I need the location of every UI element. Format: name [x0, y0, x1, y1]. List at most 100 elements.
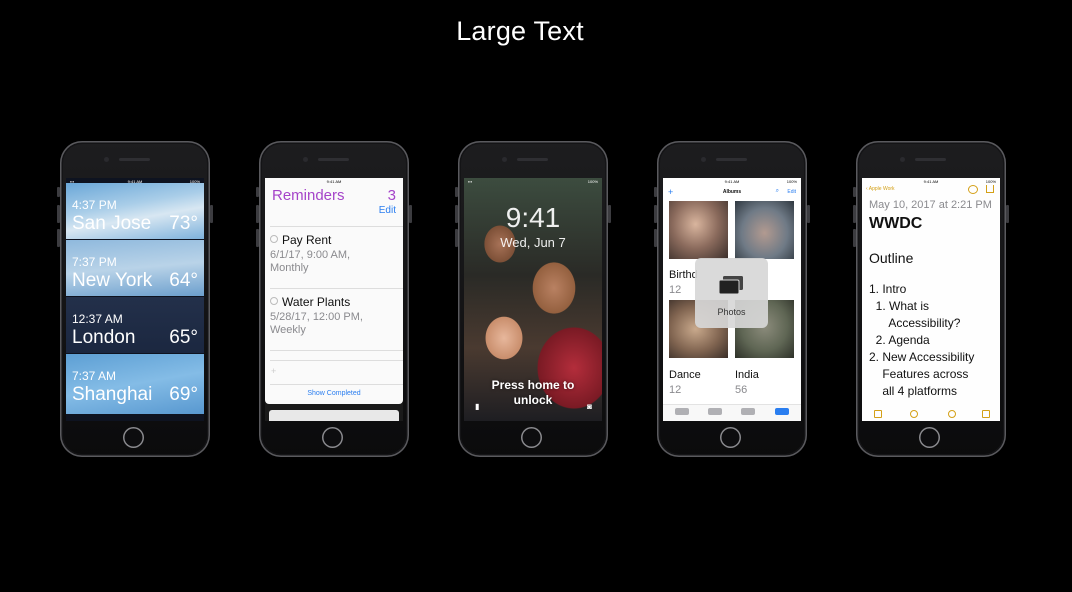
weather-row-london[interactable]: 12:37 AM London 65° [66, 297, 204, 353]
album-count: 56 [735, 384, 748, 396]
share-icon[interactable] [986, 185, 994, 193]
note-line: Accessibility? [869, 316, 961, 330]
reminder-detail: 6/1/17, 9:00 AM, Monthly [270, 249, 398, 275]
battery-label: 100% [786, 179, 797, 184]
reminders-title: Reminders [272, 187, 345, 204]
status-bar: 9:41 AM 100% [663, 178, 801, 185]
note-line: 1. Intro [869, 282, 907, 296]
front-camera [502, 157, 507, 162]
volume-up-button [57, 205, 60, 223]
power-button [807, 205, 810, 223]
reminder-repeat: Monthly [270, 262, 309, 274]
weather-time: 7:37 AM [72, 369, 117, 383]
notes-toolbar [862, 408, 1000, 421]
next-list-card[interactable] [269, 410, 399, 421]
status-time: 9:41 AM [923, 179, 939, 184]
volume-down-button [455, 229, 458, 247]
flashlight-icon[interactable]: ▮ [475, 402, 479, 411]
lock-screen: ▪▪▪ 100% 9:41 Wed, Jun 7 Press home to u… [464, 178, 602, 421]
divider [270, 350, 403, 351]
tab-memories[interactable] [708, 408, 722, 415]
weather-screen: ▪▪▪ 9:41 AM 100% 4:37 PM San Jose 73° 7:… [66, 178, 204, 421]
weather-row-new-york[interactable]: 7:37 PM New York 64° [66, 240, 204, 296]
signal-icon: ▪▪▪ [468, 179, 473, 184]
battery-label: 100% [985, 179, 996, 184]
divider [270, 226, 403, 227]
photos-nav-title: Albums [722, 189, 742, 195]
phone-lockscreen: ▪▪▪ 100% 9:41 Wed, Jun 7 Press home to u… [455, 141, 611, 457]
show-completed-button[interactable]: Show Completed [265, 390, 403, 397]
note-title: WWDC [869, 215, 923, 232]
checklist-icon[interactable] [910, 410, 918, 418]
tab-shared[interactable] [741, 408, 755, 415]
add-reminder-button[interactable]: + [271, 366, 276, 376]
phone-photos: 9:41 AM 100% + Albums ⌕ Edit Birthd 12 D… [654, 141, 810, 457]
tab-bar [663, 404, 801, 421]
compose-icon[interactable] [982, 410, 990, 418]
slide-title: Large Text [456, 16, 584, 46]
mute-switch [57, 187, 60, 197]
trash-icon[interactable] [874, 410, 882, 418]
album-thumbnail-birthday[interactable] [669, 201, 728, 259]
weather-temp: 65° [169, 327, 198, 348]
power-button [409, 205, 412, 223]
note-line: 2. Agenda [869, 333, 930, 347]
earpiece [318, 158, 349, 161]
weather-city: Shanghai [72, 384, 153, 405]
photos-nav-bar: + Albums ⌕ Edit [663, 185, 801, 199]
mute-switch [853, 187, 856, 197]
album-name: India [735, 369, 759, 381]
mute-switch [455, 187, 458, 197]
photos-tab-icon [719, 276, 743, 294]
volume-up-button [654, 205, 657, 223]
earpiece [915, 158, 946, 161]
reminders-card: 9:41 AM Reminders 3 Edit Pay Rent 6/1/17… [265, 178, 403, 404]
weather-temp: 64° [169, 270, 198, 291]
volume-up-button [853, 205, 856, 223]
mute-switch [256, 187, 259, 197]
edit-button[interactable]: Edit [787, 189, 796, 195]
add-people-icon[interactable] [968, 185, 978, 194]
weather-row-shanghai[interactable]: 7:37 AM Shanghai 69° [66, 354, 204, 414]
reminder-title: Water Plants [282, 295, 351, 309]
front-camera [303, 157, 308, 162]
mute-switch [654, 187, 657, 197]
weather-temp: 73° [169, 213, 198, 234]
album-count: 12 [669, 384, 682, 396]
home-button[interactable] [919, 427, 940, 448]
home-button[interactable] [720, 427, 741, 448]
reminders-screen: 9:41 AM Reminders 3 Edit Pay Rent 6/1/17… [265, 178, 403, 421]
volume-down-button [256, 229, 259, 247]
note-date: May 10, 2017 at 2:21 PM [869, 199, 992, 211]
search-icon[interactable]: ⌕ [776, 188, 779, 195]
weather-city: San Jose [72, 213, 152, 234]
edit-button[interactable]: Edit [379, 205, 396, 216]
divider [270, 288, 403, 289]
reminder-date: 6/1/17, 9:00 AM, [270, 249, 351, 261]
camera-icon[interactable]: ◙ [587, 402, 592, 411]
reminder-checkbox[interactable] [270, 297, 278, 305]
photos-screen: 9:41 AM 100% + Albums ⌕ Edit Birthd 12 D… [663, 178, 801, 421]
earpiece [119, 158, 150, 161]
front-camera [104, 157, 109, 162]
home-button[interactable] [521, 427, 542, 448]
note-line: 1. What is [869, 299, 930, 313]
home-button[interactable] [123, 427, 144, 448]
album-thumbnail[interactable] [735, 201, 794, 259]
weather-city: London [72, 327, 136, 348]
back-button[interactable]: ‹ Apple Work [866, 186, 895, 192]
weather-row-san-jose[interactable]: 4:37 PM San Jose 73° [66, 183, 204, 239]
battery-label: 100% [587, 179, 598, 184]
add-icon[interactable] [948, 410, 956, 418]
tab-albums[interactable] [775, 408, 789, 415]
reminder-checkbox[interactable] [270, 235, 278, 243]
earpiece [517, 158, 548, 161]
tab-photos[interactable] [675, 408, 689, 415]
reminder-detail: 5/28/17, 12:00 PM, Weekly [270, 311, 398, 337]
power-button [210, 205, 213, 223]
status-bar: ▪▪▪ 100% [464, 178, 602, 185]
phone-weather: ▪▪▪ 9:41 AM 100% 4:37 PM San Jose 73° 7:… [57, 141, 213, 457]
hud-label: Photos [717, 307, 746, 317]
home-button[interactable] [322, 427, 343, 448]
front-camera [900, 157, 905, 162]
